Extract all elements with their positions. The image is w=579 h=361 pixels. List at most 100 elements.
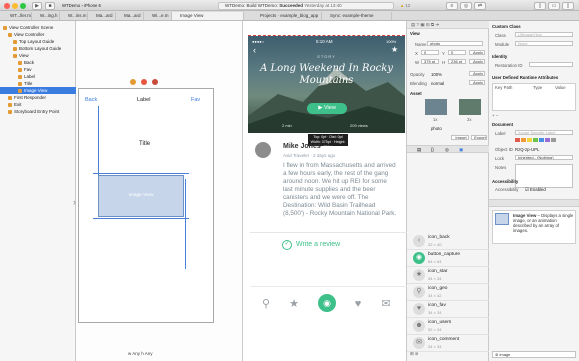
toggle-navigator-button[interactable]: ▯ [534,2,546,10]
back-button[interactable]: Back [85,97,97,103]
toggle-utilities-button[interactable]: ▯ [562,2,574,10]
tab-image-view[interactable]: Image View [172,12,244,20]
lock-select[interactable]: Inherited - (Nothing) [515,155,573,160]
accessibility-label: Accessibility [495,187,519,192]
object-library-icon[interactable]: ◎ [445,147,449,153]
star-tab-icon[interactable]: ★ [286,296,302,312]
tab-file-4[interactable]: Ma...ard [88,12,116,20]
outline-item[interactable]: View Controller [0,31,76,38]
write-review-link[interactable]: Write a review [296,241,340,248]
outline-item[interactable]: Fav [0,66,76,73]
file-inspector-icon[interactable]: ▤ [411,22,415,27]
name-field[interactable]: photo [427,41,483,46]
assistant-editor-button[interactable]: ◎ [460,2,472,10]
tab-projects[interactable]: Projects · example_blog_app [252,12,322,20]
toggle-debug-button[interactable]: ▭ [548,2,560,10]
x-field[interactable]: 0 [421,50,439,55]
restoration-field[interactable] [529,62,573,67]
fav-button[interactable]: Fav [191,97,200,103]
star-icon[interactable]: ★ [391,45,398,54]
library-filter-field[interactable]: ⊜ image [492,351,576,358]
identity-inspector-icon[interactable]: ▣ [420,22,424,27]
outline-item[interactable]: Image View [0,87,76,94]
asset-thumbnail-1x[interactable] [425,99,447,115]
tab-file-2[interactable]: W...ing.h [32,12,60,20]
runtime-attributes-table[interactable]: Key Path Type Value [492,83,576,111]
constraint-line-top [93,173,189,174]
w-field[interactable]: 375 pt [421,59,439,64]
first-responder-icon[interactable] [141,79,147,85]
library-item[interactable]: ⚲ icon_geo 34 × 42 [407,284,489,301]
camera-capture-button[interactable]: ◉ [318,294,336,312]
tab-file-1[interactable]: WT...ller.m [2,12,32,20]
issue-indicator[interactable]: ▲ 12 [400,2,410,10]
heart-tab-icon[interactable]: ♥ [350,296,366,312]
library-item[interactable]: ★ icon_star 34 × 34 [407,267,489,284]
asset-thumbnail-2x[interactable] [459,99,481,115]
opacity-value[interactable]: 100% [431,72,442,77]
class-field[interactable]: UIImageView [515,32,573,37]
outline-item[interactable]: Back [0,59,76,66]
y-field[interactable]: 0 [448,50,466,55]
zoom-window-button[interactable] [20,3,26,9]
comment-tab-icon[interactable]: ✉ [378,296,394,312]
size-inspector-icon[interactable]: ⧉ [431,22,434,27]
tab-file-3[interactable]: W...ins.m [60,12,88,20]
module-field[interactable]: None [515,41,573,46]
outline-item[interactable]: Bottom Layout Guide [0,45,76,52]
size-class-control[interactable]: w Any h Any [128,351,153,356]
quick-help-icon[interactable]: ? [417,22,420,27]
scheme-selector[interactable]: WTDemo › iPhone 6 [62,2,101,10]
standard-editor-button[interactable]: ≡ [446,2,458,10]
h-field[interactable]: 236 pt [448,59,466,64]
library-item[interactable]: ◉ button_capture 64 × 64 [407,250,489,267]
outline-item[interactable]: First Responder [0,94,76,101]
doc-label-field[interactable]: Xcode Specific Label [515,130,573,135]
exit-icon[interactable] [152,79,158,85]
run-button[interactable]: ▶ [32,2,42,10]
tab-sync[interactable]: Sync: example-theme [322,12,392,20]
outline-item[interactable]: View Controller Scene [0,24,76,31]
outline-item[interactable]: View [0,52,76,59]
media-library-icon[interactable]: ▣ [459,147,463,153]
library-item[interactable]: ☻ icon_users 52 × 34 [407,318,489,335]
outline-item[interactable]: Exit [0,101,76,108]
apply-position-button[interactable]: Apply [469,50,485,55]
outline-item[interactable]: Title [0,80,76,87]
lock-label: Lock [495,156,505,161]
file-template-icon[interactable]: ▤ [417,147,421,153]
accessibility-value[interactable]: ☑ Enabled [525,187,546,193]
blending-value[interactable]: normal [431,81,444,86]
close-window-button[interactable] [4,3,10,9]
stop-button[interactable]: ■ [45,2,55,10]
tab-file-6[interactable]: Wi...e.m [144,12,172,20]
right-panel-icon: ▯ [566,3,570,9]
media-filter-field[interactable]: ⊞ ⊜ [410,351,418,357]
view-controller-icon[interactable] [130,79,136,85]
notes-field[interactable] [515,164,573,188]
label-color-swatches[interactable] [515,138,573,143]
add-remove-buttons[interactable]: + − [492,113,498,118]
code-snippet-icon[interactable]: {} [431,147,434,152]
minimize-window-button[interactable] [12,3,18,9]
view-button[interactable]: ▶ View [307,103,347,114]
apply-blending-button[interactable]: Apply [469,80,485,85]
library-item[interactable]: ♥ icon_fav 34 × 34 [407,301,489,318]
library-item[interactable]: ‹ icon_back 32 × 40 [407,233,489,250]
object-id-label: Object ID [495,147,513,152]
connections-inspector-icon[interactable]: ➜ [435,22,439,27]
apply-opacity-button[interactable]: Apply [469,71,485,76]
location-pin-icon[interactable]: ⚲ [258,296,274,312]
image-view-placeholder[interactable]: Image View [98,175,184,217]
library-item[interactable]: ✉ icon_comment 34 × 34 [407,335,489,352]
outline-item[interactable]: Label [0,73,76,80]
tab-file-5[interactable]: Ma...ard [116,12,144,20]
export-button[interactable]: Export [471,135,487,140]
view-controller-scene[interactable]: Back Label Fav Title Image View [78,88,214,323]
attributes-inspector-icon[interactable]: ⊟ [426,22,430,27]
import-button[interactable]: Import [451,135,469,140]
apply-size-button[interactable]: Apply [469,59,485,64]
version-editor-button[interactable]: ⇄ [474,2,486,10]
outline-item[interactable]: Top Layout Guide [0,38,76,45]
outline-item[interactable]: Storyboard Entry Point [0,108,76,115]
